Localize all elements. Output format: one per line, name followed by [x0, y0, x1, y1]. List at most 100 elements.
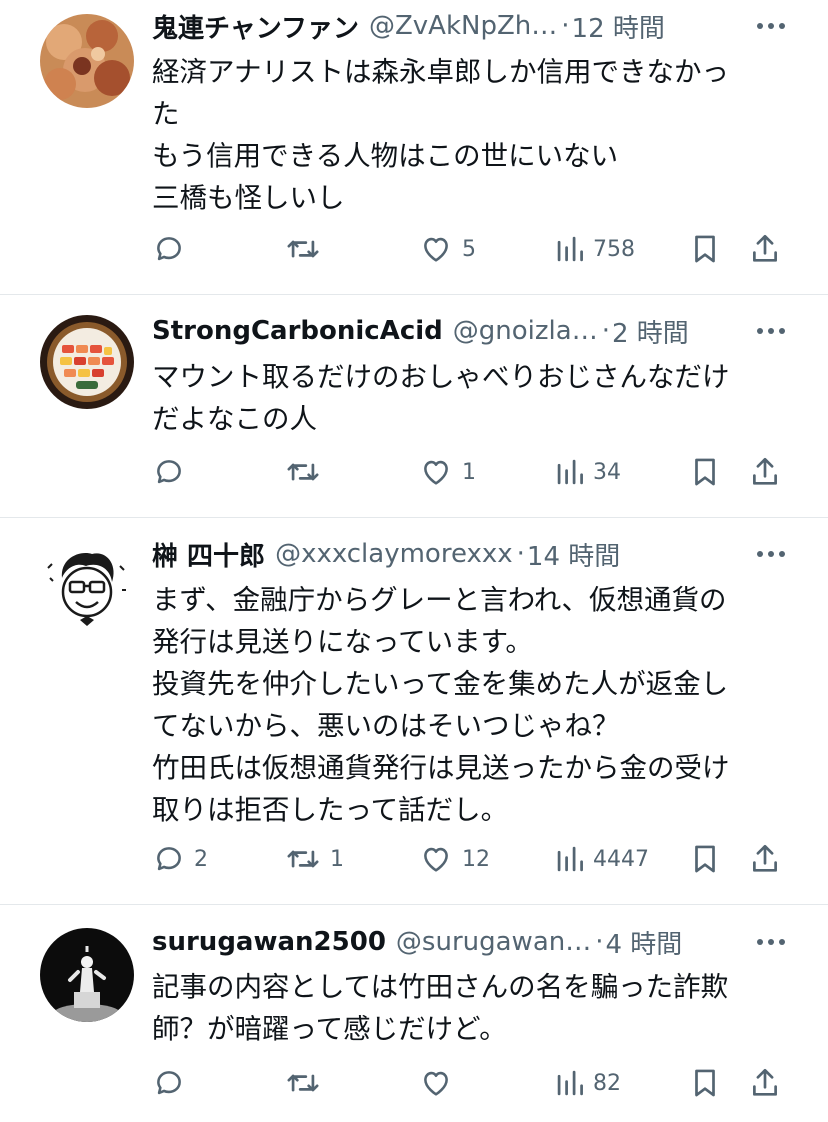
- like-count: 1: [462, 459, 476, 485]
- repost-count: 1: [330, 846, 344, 872]
- reply-button[interactable]: 2: [152, 841, 208, 877]
- timestamp[interactable]: 12 時間: [572, 8, 665, 44]
- like-count: 12: [462, 846, 490, 872]
- timestamp[interactable]: 2 時間: [612, 313, 689, 349]
- post-header: 榊 四十郎 @xxxclaymorexxx · 14 時間: [152, 536, 722, 572]
- reply-button[interactable]: [152, 454, 194, 490]
- display-name[interactable]: StrongCarbonicAcid: [152, 316, 443, 346]
- action-bar: 82: [0, 1065, 828, 1101]
- action-bar: 2 1 12 4447: [0, 841, 828, 877]
- more-icon: [757, 328, 785, 334]
- share-button[interactable]: [748, 1065, 782, 1101]
- reply-icon: [157, 460, 181, 484]
- post-text: 記事の内容としては竹田さんの名を騙った詐欺 師？が暗躍って感じだけど。: [152, 966, 782, 1050]
- post-text-line: 三橋も怪しいし: [152, 182, 345, 214]
- repost-button[interactable]: 1: [284, 841, 344, 877]
- timestamp[interactable]: 14 時間: [527, 536, 620, 572]
- like-button[interactable]: [418, 1065, 462, 1101]
- post-text: マウント取るだけのおしゃべりおじさんなだけ だよなこの人: [152, 356, 782, 440]
- more-options-button[interactable]: [754, 542, 788, 566]
- share-button[interactable]: [748, 231, 782, 267]
- view-count: 758: [593, 236, 635, 262]
- bookmark-icon: [695, 845, 715, 873]
- share-icon: [753, 844, 777, 872]
- post-text-line: 記事の内容としては竹田さんの名を騙った詐欺: [152, 971, 729, 1003]
- user-handle[interactable]: @ZvAkNpZh…: [369, 11, 557, 41]
- repost-icon: [287, 240, 319, 258]
- repost-icon: [287, 463, 319, 481]
- user-handle[interactable]: @surugawan…: [396, 927, 591, 957]
- views-icon: [557, 1070, 583, 1096]
- avatar[interactable]: [40, 538, 134, 632]
- post[interactable]: 榊 四十郎 @xxxclaymorexxx · 14 時間 まず、金融庁からグレ…: [0, 518, 828, 905]
- post-text-line: 発行は見送りになっています。: [152, 626, 533, 658]
- repost-button[interactable]: [284, 454, 330, 490]
- views-button[interactable]: 34: [555, 454, 621, 490]
- like-button[interactable]: 5: [418, 231, 476, 267]
- post[interactable]: surugawan2500 @surugawan… · 4 時間 記事の内容とし…: [0, 905, 828, 1122]
- more-options-button[interactable]: [754, 930, 788, 954]
- avatar[interactable]: [40, 14, 134, 108]
- like-button[interactable]: 1: [418, 454, 476, 490]
- more-options-button[interactable]: [754, 14, 788, 38]
- like-icon: [424, 237, 448, 262]
- display-name[interactable]: surugawan2500: [152, 927, 386, 957]
- views-button[interactable]: 758: [555, 231, 635, 267]
- like-count: 5: [462, 236, 476, 262]
- separator-dot: ·: [516, 539, 525, 569]
- avatar-image: [40, 538, 134, 632]
- more-options-button[interactable]: [754, 319, 788, 343]
- reply-icon: [157, 237, 181, 261]
- post-header: surugawan2500 @surugawan… · 4 時間: [152, 924, 722, 960]
- post-text-line: まず、金融庁からグレーと言われ、仮想通貨の: [152, 584, 727, 616]
- bookmark-icon: [695, 235, 715, 263]
- timestamp[interactable]: 4 時間: [606, 924, 683, 960]
- bookmark-button[interactable]: [688, 454, 722, 490]
- share-icon: [753, 457, 777, 485]
- share-button[interactable]: [748, 841, 782, 877]
- more-icon: [757, 939, 785, 945]
- repost-icon: [287, 1074, 319, 1092]
- reply-button[interactable]: [152, 231, 194, 267]
- share-icon: [753, 234, 777, 262]
- more-icon: [757, 23, 785, 29]
- user-handle[interactable]: @gnoizla…: [453, 316, 598, 346]
- reply-icon: [157, 847, 181, 871]
- views-icon: [557, 459, 583, 485]
- repost-icon: [287, 850, 319, 868]
- avatar-image: [40, 315, 134, 409]
- repost-button[interactable]: [284, 1065, 330, 1101]
- share-button[interactable]: [748, 454, 782, 490]
- more-icon: [757, 551, 785, 557]
- post-text-line: だよなこの人: [152, 403, 317, 435]
- post-text-line: もう信用できる人物はこの世にいない: [152, 140, 619, 172]
- post-text-line: てないから、悪いのはそいつじゃね？: [152, 710, 620, 742]
- avatar-image: [40, 14, 134, 108]
- views-button[interactable]: 4447: [555, 841, 649, 877]
- separator-dot: ·: [595, 927, 604, 957]
- repost-button[interactable]: [284, 231, 330, 267]
- like-button[interactable]: 12: [418, 841, 490, 877]
- bookmark-button[interactable]: [688, 1065, 722, 1101]
- views-button[interactable]: 82: [555, 1065, 621, 1101]
- user-handle[interactable]: @xxxclaymorexxx: [275, 539, 513, 569]
- reply-button[interactable]: [152, 1065, 194, 1101]
- post-text: 経済アナリストは森永卓郎しか信用できなかっ た もう信用できる人物はこの世にいな…: [152, 51, 782, 219]
- like-icon: [424, 1071, 448, 1096]
- display-name[interactable]: 榊 四十郎: [152, 536, 265, 572]
- bookmark-button[interactable]: [688, 231, 722, 267]
- like-icon: [424, 460, 448, 485]
- bookmark-icon: [695, 458, 715, 486]
- view-count: 82: [593, 1070, 621, 1096]
- display-name[interactable]: 鬼連チャンファン: [152, 8, 359, 44]
- post-text-line: 取りは拒否したって話だし。: [152, 794, 509, 826]
- separator-dot: ·: [561, 11, 570, 41]
- post[interactable]: 鬼連チャンファン @ZvAkNpZh… · 12 時間 経済アナリストは森永卓郎…: [0, 0, 828, 295]
- views-icon: [557, 846, 583, 872]
- avatar[interactable]: [40, 928, 134, 1022]
- post-text-line: た: [152, 98, 180, 130]
- avatar[interactable]: [40, 315, 134, 409]
- bookmark-button[interactable]: [688, 841, 722, 877]
- post[interactable]: StrongCarbonicAcid @gnoizla… · 2 時間 マウント…: [0, 295, 828, 518]
- post-text-line: 投資先を仲介したいって金を集めた人が返金し: [152, 668, 729, 700]
